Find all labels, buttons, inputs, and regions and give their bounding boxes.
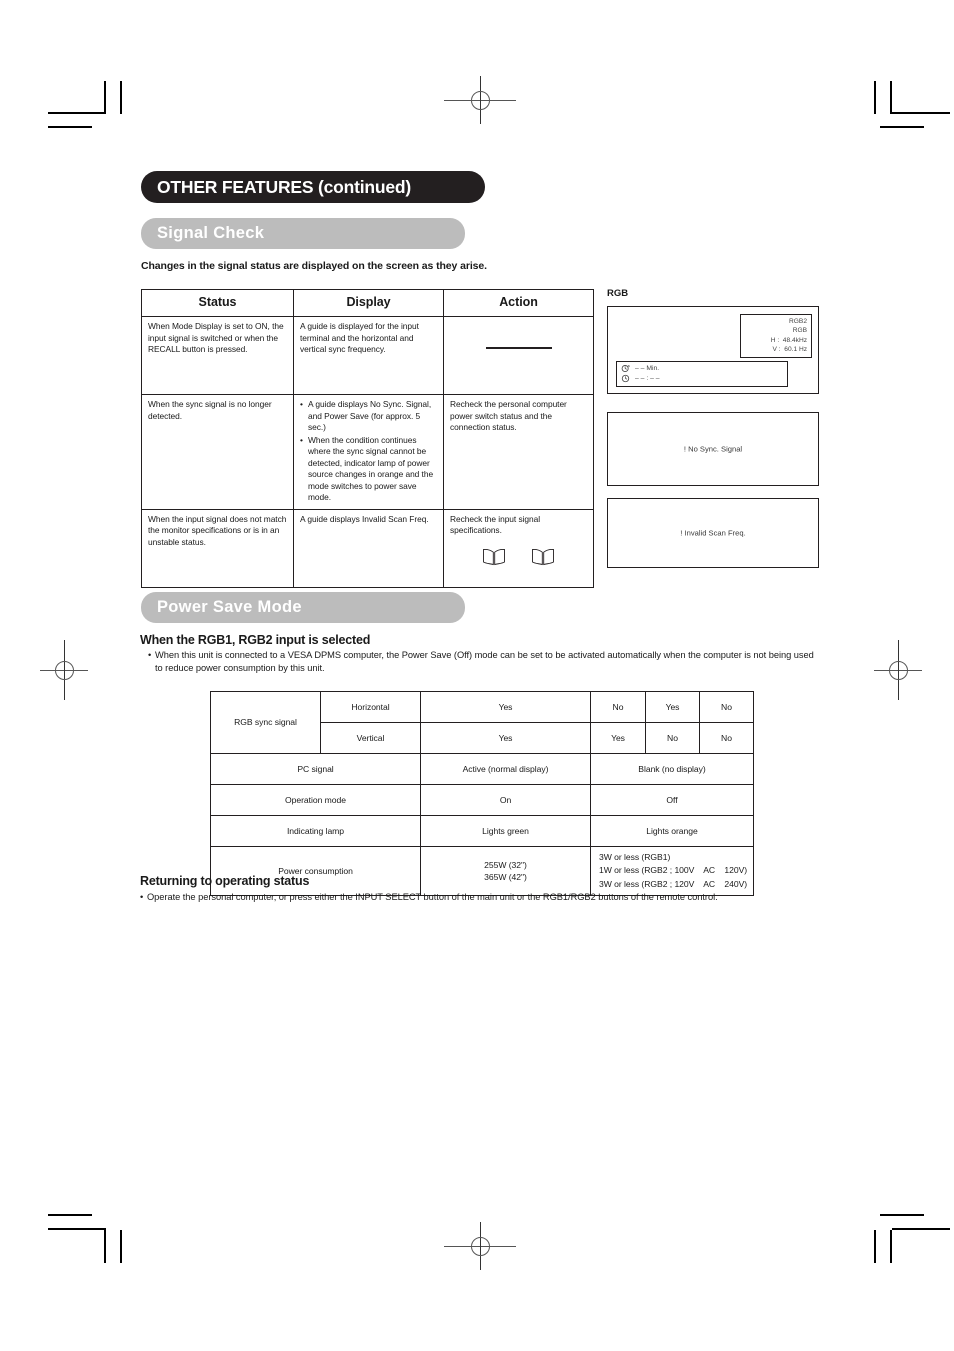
cell-vertical-4: No — [699, 722, 754, 754]
cell-action — [443, 316, 594, 396]
osd-screen-invalid-scan: ! Invalid Scan Freq. — [607, 498, 819, 568]
lamp-timer-icon — [621, 364, 630, 373]
table-row: When the input signal does not match the… — [141, 508, 594, 588]
open-book-icon — [531, 547, 555, 570]
osd-vertical-freq: V : 60.1 Hz — [772, 346, 807, 354]
osd-screen-no-sync: ! No Sync. Signal — [607, 412, 819, 486]
power-on-line-1: 255W (32") — [484, 859, 527, 870]
osd-timer-box: – – Min. – – : – – — [616, 360, 788, 387]
cell-status: When the input signal does not match the… — [141, 508, 294, 588]
signal-check-table: Status Display Action When Mode Display … — [141, 288, 594, 588]
cell-vertical-1: Yes — [420, 722, 591, 754]
cell-action: Recheck the input signal specifications. — [443, 508, 594, 588]
reference-book-icons — [450, 547, 587, 570]
cell-action-text: Recheck the input signal specifications. — [450, 513, 541, 536]
table-row: When Mode Display is set to ON, the inpu… — [141, 316, 594, 396]
subheading-rgb-input: When the RGB1, RGB2 input is selected — [140, 633, 371, 647]
cell-pc-signal-active: Active (normal display) — [420, 753, 591, 785]
cell-action: Recheck the personal computer power swit… — [443, 394, 594, 510]
cell-pc-signal-blank: Blank (no display) — [590, 753, 754, 785]
osd-clock-row: – – : – – — [621, 374, 783, 384]
cell-indicating-lamp-green: Lights green — [420, 815, 591, 847]
registration-target-left — [40, 640, 88, 700]
row-label-power-consumption: Power consumption — [210, 846, 421, 896]
power-off-line-1: 3W or less (RGB1) — [599, 852, 671, 862]
cell-power-consumption-off: 3W or less (RGB1) 1W or less (RGB2 ; 100… — [590, 846, 754, 896]
cell-operation-mode-on: On — [420, 784, 591, 816]
column-header-display: Display — [293, 288, 444, 318]
table-row: When the sync signal is no longer detect… — [141, 394, 594, 510]
dpms-description: • When this unit is connected to a VESA D… — [148, 649, 848, 675]
osd-input-name: RGB2 — [789, 318, 807, 325]
cell-horizontal-1: Yes — [420, 691, 591, 723]
table-row: Indicating lamp Lights green Lights oran… — [210, 815, 754, 847]
cell-status: When Mode Display is set to ON, the inpu… — [141, 316, 294, 396]
clock-icon — [621, 374, 630, 383]
cell-display: A guide is displayed for the input termi… — [293, 316, 444, 396]
subheading-returning-to-operating-status: Returning to operating status — [140, 874, 310, 888]
row-label-rgb-sync-signal: RGB sync signal — [210, 691, 321, 754]
table-row: Power consumption 255W (32") 365W (42") … — [210, 846, 754, 896]
osd-lamp-time-row: – – Min. — [621, 364, 783, 374]
table-row: RGB sync signal Horizontal Yes No Yes No — [210, 691, 754, 754]
bullet-dot: • — [140, 892, 144, 902]
cell-display: A guide displays No Sync. Signal, and Po… — [293, 394, 444, 510]
cell-status: When the sync signal is no longer detect… — [141, 394, 294, 510]
row-label-pc-signal: PC signal — [210, 753, 421, 785]
chapter-title: OTHER FEATURES (continued) — [141, 171, 485, 203]
cell-operation-mode-off: Off — [590, 784, 754, 816]
table-header-row: Status Display Action — [141, 288, 594, 318]
row-label-indicating-lamp: Indicating lamp — [210, 815, 421, 847]
column-header-status: Status — [141, 288, 294, 318]
column-header-action: Action — [443, 288, 594, 318]
list-item: When the condition continues where the s… — [300, 435, 437, 504]
cell-horizontal-3: Yes — [645, 691, 700, 723]
power-on-line-2: 365W (42") — [484, 871, 527, 882]
osd-lamp-time-value: – – Min. — [635, 364, 660, 372]
osd-invalid-scan-message: ! Invalid Scan Freq. — [680, 528, 746, 538]
placeholder-rule-icon — [485, 347, 552, 350]
bullet-dot: • — [148, 650, 152, 660]
returning-description: • Operate the personal computer, or press… — [140, 891, 900, 904]
cell-display: A guide displays Invalid Scan Freq. — [293, 508, 444, 588]
list-item: A guide displays No Sync. Signal, and Po… — [300, 399, 437, 434]
registration-target-top — [444, 76, 516, 124]
osd-no-sync-message: ! No Sync. Signal — [683, 444, 743, 454]
section-heading-power-save: Power Save Mode — [141, 592, 465, 623]
osd-screen-rgb: RGB2 RGB H : 48.4kHz V : 60.1 Hz – – Min… — [607, 306, 819, 394]
cell-horizontal-2: No — [590, 691, 646, 723]
registration-target-right — [874, 640, 922, 700]
power-save-table: RGB sync signal Horizontal Yes No Yes No… — [210, 691, 754, 896]
cell-indicating-lamp-orange: Lights orange — [590, 815, 754, 847]
power-off-line-3: 3W or less (RGB2 ; 120V AC 240V) — [599, 878, 748, 889]
cell-vertical-2: Yes — [590, 722, 646, 754]
cell-horizontal-4: No — [699, 691, 754, 723]
osd-rgb-label: RGB — [607, 288, 629, 299]
dpms-description-text: When this unit is connected to a VESA DP… — [155, 650, 814, 674]
row-label-horizontal: Horizontal — [320, 691, 421, 723]
osd-clock-value: – – : – – — [635, 374, 660, 382]
open-book-icon — [482, 547, 506, 570]
row-label-vertical: Vertical — [320, 722, 421, 754]
registration-target-bottom — [444, 1222, 516, 1270]
osd-signal-info-box: RGB2 RGB H : 48.4kHz V : 60.1 Hz — [740, 314, 812, 359]
osd-horizontal-freq: H : 48.4kHz — [770, 336, 807, 344]
cell-power-consumption-on: 255W (32") 365W (42") — [420, 846, 591, 896]
table-row: PC signal Active (normal display) Blank … — [210, 753, 754, 785]
cell-vertical-3: No — [645, 722, 700, 754]
power-off-line-2: 1W or less (RGB2 ; 100V AC 120V) — [599, 865, 748, 876]
signal-check-lead-text: Changes in the signal status are display… — [141, 260, 487, 272]
osd-signal-type: RGB — [792, 327, 807, 335]
row-label-operation-mode: Operation mode — [210, 784, 421, 816]
returning-description-text: Operate the personal computer, or press … — [147, 892, 718, 902]
section-heading-signal-check: Signal Check — [141, 218, 465, 249]
table-row: Operation mode On Off — [210, 784, 754, 816]
